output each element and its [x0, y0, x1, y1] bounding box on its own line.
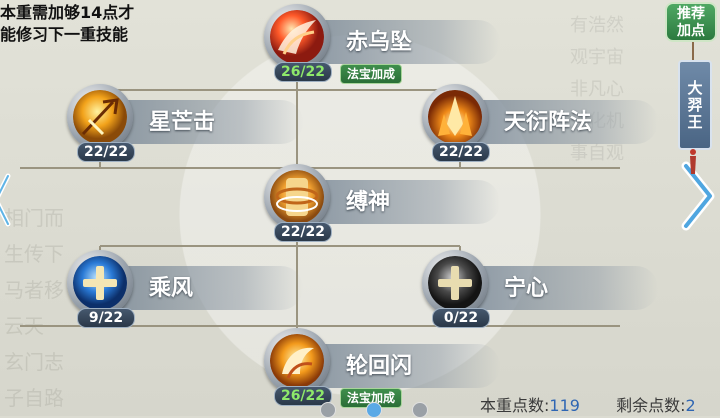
skill-node-ningxin[interactable]: 宁心 0/22 — [422, 250, 672, 330]
skill-ring — [422, 250, 488, 316]
skill-name: 宁心 — [504, 276, 549, 301]
requirement-notice: 本重需加够14点才 能修习下一重技能 — [0, 2, 134, 46]
character-plaque[interactable]: 大羿王 — [678, 60, 712, 150]
skill-ring — [264, 4, 330, 70]
skill-ring — [67, 84, 133, 150]
skill-bar — [458, 266, 658, 310]
skill-node-xingmangji[interactable]: 星芒击 22/22 — [67, 84, 317, 164]
skill-name: 天衍阵法 — [504, 110, 593, 135]
character-plaque-label: 大羿王 — [685, 79, 704, 131]
flame-crystal-icon — [428, 90, 482, 144]
notice-line-1: 本重需加够14点才 — [0, 3, 135, 22]
skill-ring — [264, 164, 330, 230]
skill-level-count: 22/22 — [77, 142, 135, 162]
wind-plus-icon — [73, 256, 127, 310]
skill-node-chiwuzhui[interactable]: 赤乌坠 26/22 法宝加成 — [264, 4, 514, 84]
skill-node-fushen[interactable]: 缚神 22/22 — [264, 164, 514, 244]
skill-node-lunhuishan[interactable]: 轮回闪 26/22 法宝加成 — [264, 328, 514, 408]
recommend-line-2: 加点 — [677, 23, 705, 39]
phoenix-flash-icon — [270, 334, 324, 388]
star-trident-icon — [73, 90, 127, 144]
skill-level-count: 22/22 — [274, 222, 332, 242]
skill-ring — [264, 328, 330, 394]
notice-line-2: 能修习下一重技能 — [0, 25, 129, 44]
recommend-line-1: 推荐 — [677, 6, 705, 22]
crimson-bird-icon — [270, 10, 324, 64]
skill-bar — [300, 180, 500, 224]
points-label: 本重点数: — [480, 396, 550, 415]
skill-level-count: 0/22 — [432, 308, 490, 328]
skill-bar — [103, 266, 303, 310]
skill-level-count: 22/22 — [432, 142, 490, 162]
page-left-arrow-icon[interactable] — [0, 172, 12, 228]
skill-name: 星芒击 — [149, 110, 216, 135]
skill-level-count: 26/22 — [274, 62, 332, 82]
skill-ring — [422, 84, 488, 150]
points-value: 119 — [549, 396, 580, 415]
recommend-points-button[interactable]: 推荐 加点 — [665, 2, 717, 42]
skill-name: 赤乌坠 — [346, 30, 413, 55]
skill-ring — [67, 250, 133, 316]
remaining-label: 剩余点数: — [616, 396, 686, 415]
treasure-bonus-tag: 法宝加成 — [340, 64, 403, 84]
calm-plus-icon — [428, 256, 482, 310]
binding-scroll-icon — [270, 170, 324, 224]
remaining-value: 2 — [685, 396, 696, 415]
skill-node-tianyanzhenfa[interactable]: 天衍阵法 22/22 — [422, 84, 672, 164]
skill-level-count: 9/22 — [77, 308, 135, 328]
skill-node-chengfeng[interactable]: 乘风 9/22 — [67, 250, 317, 330]
plaque-cord — [692, 42, 694, 62]
skill-name: 乘风 — [149, 276, 194, 301]
tassel-icon — [690, 149, 696, 174]
skill-name: 缚神 — [346, 190, 391, 215]
skill-name: 轮回闪 — [346, 354, 413, 379]
points-footer: 本重点数:119 剩余点数:2 — [480, 392, 696, 416]
